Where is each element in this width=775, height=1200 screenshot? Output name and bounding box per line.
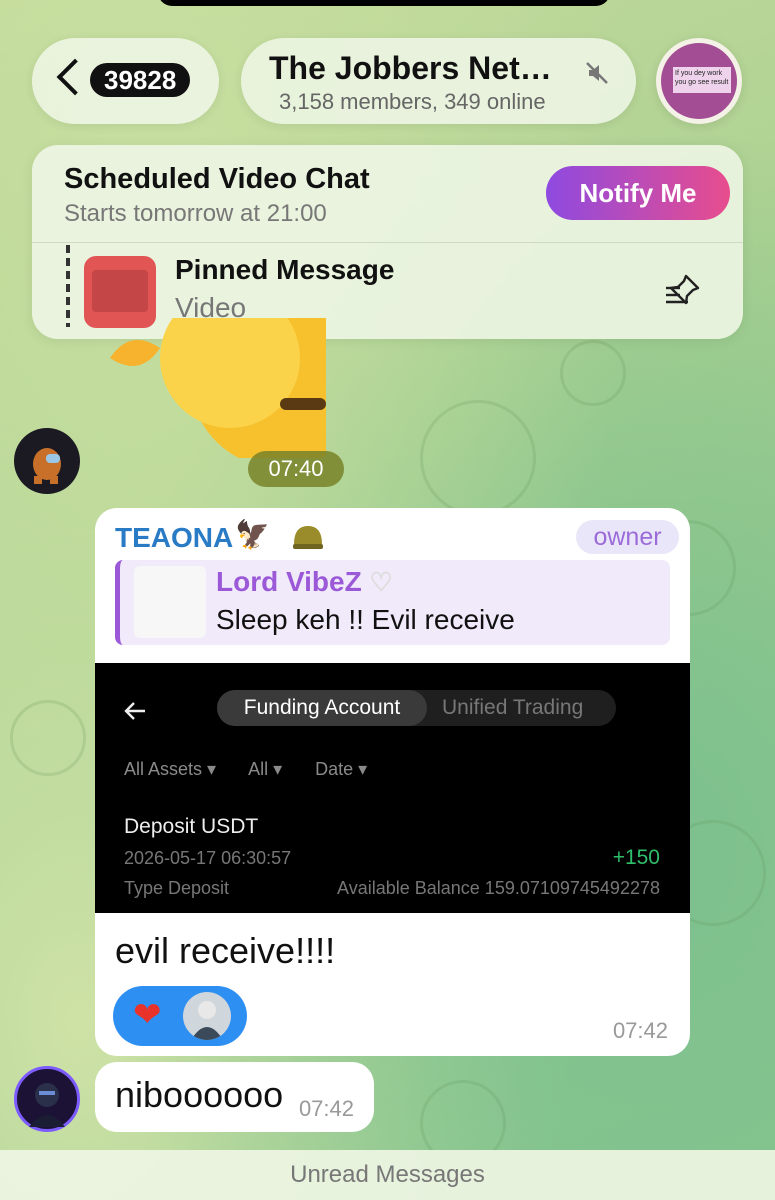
- filter-all: All ▾: [248, 759, 283, 779]
- white-heart-icon: ♡: [369, 567, 393, 597]
- deposit-type: Type Deposit: [124, 878, 230, 898]
- account-tabs: Funding Account Unified Trading: [217, 690, 616, 726]
- reaction-chip[interactable]: ❤: [113, 986, 247, 1046]
- reply-author: Lord VibeZ ♡: [216, 566, 393, 597]
- unpin-icon[interactable]: [662, 270, 704, 312]
- pinned-panel: Scheduled Video Chat Starts tomorrow at …: [32, 145, 743, 339]
- video-chat-title: Scheduled Video Chat: [64, 163, 370, 195]
- background-doodle: [420, 400, 536, 516]
- video-chat-subtitle: Starts tomorrow at 21:00: [64, 200, 327, 227]
- filter-assets: All Assets ▾: [124, 759, 217, 779]
- sender-avatar[interactable]: [14, 428, 80, 494]
- message-text: niboooooo: [115, 1074, 284, 1115]
- tab-unified-trading: Unified Trading: [442, 696, 584, 719]
- mute-icon: [586, 62, 608, 84]
- sender-name[interactable]: TEAONA: [115, 522, 233, 554]
- sticker-time: 07:40: [248, 451, 344, 487]
- notify-me-button[interactable]: Notify Me: [546, 166, 730, 220]
- emoji-sticker[interactable]: [110, 318, 326, 458]
- reactor-avatar: [183, 992, 231, 1040]
- chat-title-button[interactable]: The Jobbers Net… 3,158 members, 349 onli…: [241, 38, 636, 124]
- chat-subtitle: 3,158 members, 349 online: [279, 89, 546, 114]
- avatar-text: If you dey work you go see result: [673, 67, 731, 93]
- message-text: evil receive!!!!: [115, 930, 336, 971]
- deposit-time: 2026-05-17 06:30:57: [124, 848, 292, 868]
- message-time: 07:42: [298, 1096, 354, 1121]
- reply-quote[interactable]: Lord VibeZ ♡ Sleep keh !! Evil receive: [115, 560, 670, 645]
- group-avatar[interactable]: If you dey work you go see result: [656, 38, 742, 124]
- reply-thumbnail: [134, 566, 206, 638]
- background-doodle: [560, 340, 626, 406]
- filter-date: Date ▾: [315, 759, 368, 779]
- back-button[interactable]: 39828: [32, 38, 219, 124]
- chat-title: The Jobbers Net…: [269, 50, 552, 86]
- message-bubble[interactable]: niboooooo 07:42: [95, 1062, 374, 1132]
- chevron-left-icon: [56, 58, 94, 96]
- unread-messages-divider: Unread Messages: [0, 1150, 775, 1200]
- eagle-emoji-icon: 🦅: [235, 519, 270, 550]
- anime-avatar-icon: [29, 1083, 65, 1127]
- heart-on-fire-icon: ❤: [133, 996, 162, 1034]
- filter-row: All Assets ▾ All ▾ Date ▾: [124, 759, 395, 780]
- sender-avatar[interactable]: [14, 1066, 80, 1132]
- deposit-title: Deposit USDT: [124, 815, 259, 838]
- arrow-left-icon: [124, 702, 145, 720]
- deposit-balance: Available Balance 159.07109745492278: [337, 878, 660, 898]
- pinned-indicator: [66, 245, 70, 327]
- among-us-avatar-icon: [33, 448, 61, 484]
- reply-text: Sleep keh !! Evil receive: [216, 604, 515, 635]
- owner-badge: owner: [576, 520, 679, 554]
- screenshot-image[interactable]: Funding Account Unified Trading All Asse…: [95, 663, 690, 913]
- background-doodle: [10, 700, 86, 776]
- helmet-emoji-icon: [293, 526, 323, 549]
- tab-funding-account: Funding Account: [217, 690, 427, 726]
- message-bubble[interactable]: TEAONA 🦅 owner Lord VibeZ ♡ Sleep keh !!…: [95, 508, 690, 1056]
- message-time: 07:42: [612, 1018, 668, 1043]
- pinned-title[interactable]: Pinned Message: [175, 254, 394, 286]
- panel-divider: [32, 242, 743, 243]
- sticker-image: [110, 318, 326, 458]
- device-notch: [158, 0, 610, 6]
- unread-count-badge: 39828: [90, 63, 191, 97]
- deposit-amount: +150: [612, 846, 660, 869]
